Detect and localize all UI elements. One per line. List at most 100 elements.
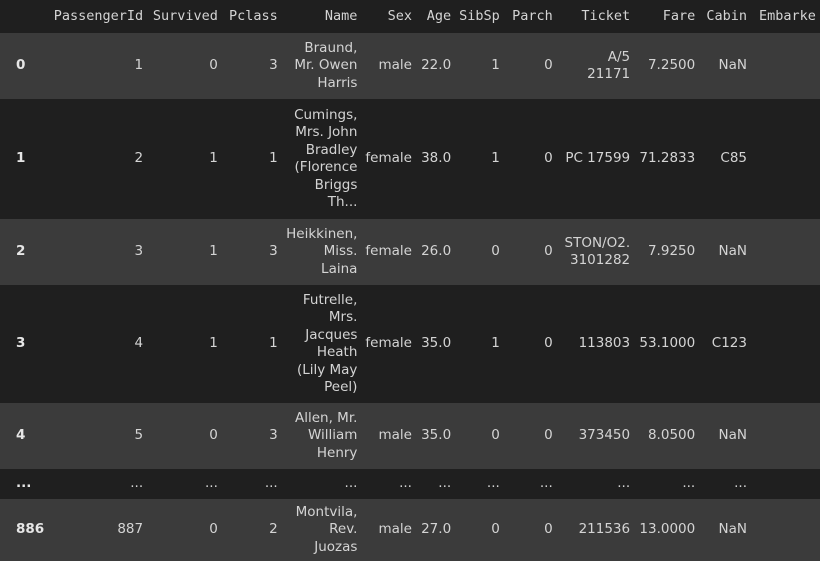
column-header-embarked: Embarke	[759, 7, 816, 24]
cell-parch: 0	[544, 57, 553, 74]
cell-fare: ...	[682, 475, 696, 492]
table-row-ellipsis: ... ... ... ... ... ... ... ... ... ... …	[0, 469, 820, 499]
cell-parch: 0	[544, 150, 553, 167]
cell-name: Allen, Mr. William Henry	[294, 409, 358, 461]
cell-survived: ...	[205, 475, 218, 492]
cell-name: Cumings, Mrs. John Bradley (Florence Bri…	[294, 106, 358, 211]
cell-age: ...	[438, 475, 452, 492]
column-header-ticket: Ticket	[581, 7, 631, 24]
table-header: PassengerId Survived Pclass Name Sex Age…	[0, 0, 820, 33]
cell-cabin: C85	[720, 150, 747, 167]
cell-sex: female	[365, 243, 412, 260]
table-row: 1 2 1 1 Cumings, Mrs. John Bradley (Flor…	[0, 99, 820, 219]
cell-survived: 1	[209, 150, 218, 167]
cell-sex: male	[378, 427, 412, 444]
cell-age: 38.0	[421, 150, 452, 167]
cell-embarked	[751, 469, 820, 499]
cell-cabin: C123	[711, 335, 747, 352]
cell-survived: 0	[209, 57, 218, 74]
cell-parch: 0	[544, 335, 553, 352]
cell-survived: 1	[209, 243, 218, 260]
row-index: 2	[16, 243, 26, 260]
cell-name: Braund, Mr. Owen Harris	[294, 39, 358, 91]
cell-cabin: NaN	[718, 57, 747, 74]
cell-ticket: ...	[617, 475, 631, 492]
cell-sex: female	[365, 150, 412, 167]
cell-passengerid: 887	[117, 521, 144, 538]
cell-pclass: 3	[269, 427, 278, 444]
cell-passengerid: 2	[134, 150, 144, 167]
cell-embarked	[751, 499, 820, 561]
cell-cabin: ...	[734, 475, 747, 492]
cell-passengerid: 5	[134, 427, 144, 444]
cell-passengerid: 1	[134, 57, 144, 74]
cell-name: Heikkinen, Miss. Laina	[286, 225, 358, 277]
cell-embarked	[751, 219, 820, 285]
cell-sibsp: 0	[491, 521, 500, 538]
row-index: 3	[16, 335, 26, 352]
cell-age: 35.0	[421, 427, 452, 444]
cell-parch: 0	[544, 243, 553, 260]
cell-parch: ...	[539, 475, 553, 492]
cell-embarked	[751, 285, 820, 403]
cell-ticket: 113803	[578, 335, 631, 352]
cell-name: ...	[344, 475, 358, 492]
column-header-cabin: Cabin	[706, 7, 747, 24]
column-header-sibsp: SibSp	[459, 7, 500, 24]
column-header-sex: Sex	[387, 7, 412, 24]
cell-parch: 0	[544, 427, 553, 444]
cell-sex: male	[378, 521, 412, 538]
cell-embarked	[751, 403, 820, 469]
cell-ticket: 373450	[578, 427, 631, 444]
cell-sibsp: 1	[491, 150, 500, 167]
column-header-fare: Fare	[662, 7, 696, 24]
cell-passengerid: ...	[130, 475, 144, 492]
column-header-survived: Survived	[152, 7, 218, 24]
cell-ticket: STON/O2. 3101282	[564, 234, 631, 269]
table-row: 3 4 1 1 Futrelle, Mrs. Jacques Heath (Li…	[0, 285, 820, 403]
cell-cabin: NaN	[718, 427, 747, 444]
cell-pclass: 1	[269, 335, 278, 352]
cell-sibsp: 1	[491, 335, 500, 352]
cell-pclass: 3	[269, 243, 278, 260]
column-header-name: Name	[324, 7, 358, 24]
cell-pclass: 2	[269, 521, 278, 538]
cell-fare: 8.0500	[647, 427, 696, 444]
cell-cabin: NaN	[718, 521, 747, 538]
column-header-passengerid: PassengerId	[53, 7, 144, 24]
cell-fare: 53.1000	[639, 335, 696, 352]
cell-embarked	[751, 99, 820, 219]
cell-age: 26.0	[421, 243, 452, 260]
cell-sex: female	[365, 335, 412, 352]
cell-age: 22.0	[421, 57, 452, 74]
cell-name: Futrelle, Mrs. Jacques Heath (Lily May P…	[296, 291, 358, 396]
cell-fare: 7.9250	[647, 243, 696, 260]
column-header-age: Age	[426, 7, 452, 24]
cell-parch: 0	[544, 521, 553, 538]
cell-passengerid: 3	[134, 243, 144, 260]
cell-ticket: 211536	[578, 521, 631, 538]
table-row: 2 3 1 3 Heikkinen, Miss. Laina female 26…	[0, 219, 820, 285]
column-header-pclass: Pclass	[228, 7, 278, 24]
table-row: 4 5 0 3 Allen, Mr. William Henry male 35…	[0, 403, 820, 469]
cell-pclass: 3	[269, 57, 278, 74]
cell-cabin: NaN	[718, 243, 747, 260]
cell-fare: 71.2833	[639, 150, 696, 167]
cell-ticket: A/5 21171	[587, 48, 631, 83]
cell-sibsp: 0	[491, 427, 500, 444]
cell-pclass: ...	[264, 475, 278, 492]
index-header	[0, 0, 48, 33]
cell-fare: 7.2500	[647, 57, 696, 74]
cell-name: Montvila, Rev. Juozas	[295, 503, 358, 555]
cell-sibsp: 1	[491, 57, 500, 74]
cell-sex: male	[378, 57, 412, 74]
cell-survived: 1	[209, 335, 218, 352]
row-index: 4	[16, 427, 26, 444]
row-index: 886	[16, 521, 45, 538]
cell-passengerid: 4	[134, 335, 144, 352]
cell-sex: ...	[399, 475, 412, 492]
cell-survived: 0	[209, 427, 218, 444]
cell-survived: 0	[209, 521, 218, 538]
table-row: 0 1 0 3 Braund, Mr. Owen Harris male 22.…	[0, 33, 820, 99]
cell-age: 27.0	[421, 521, 452, 538]
